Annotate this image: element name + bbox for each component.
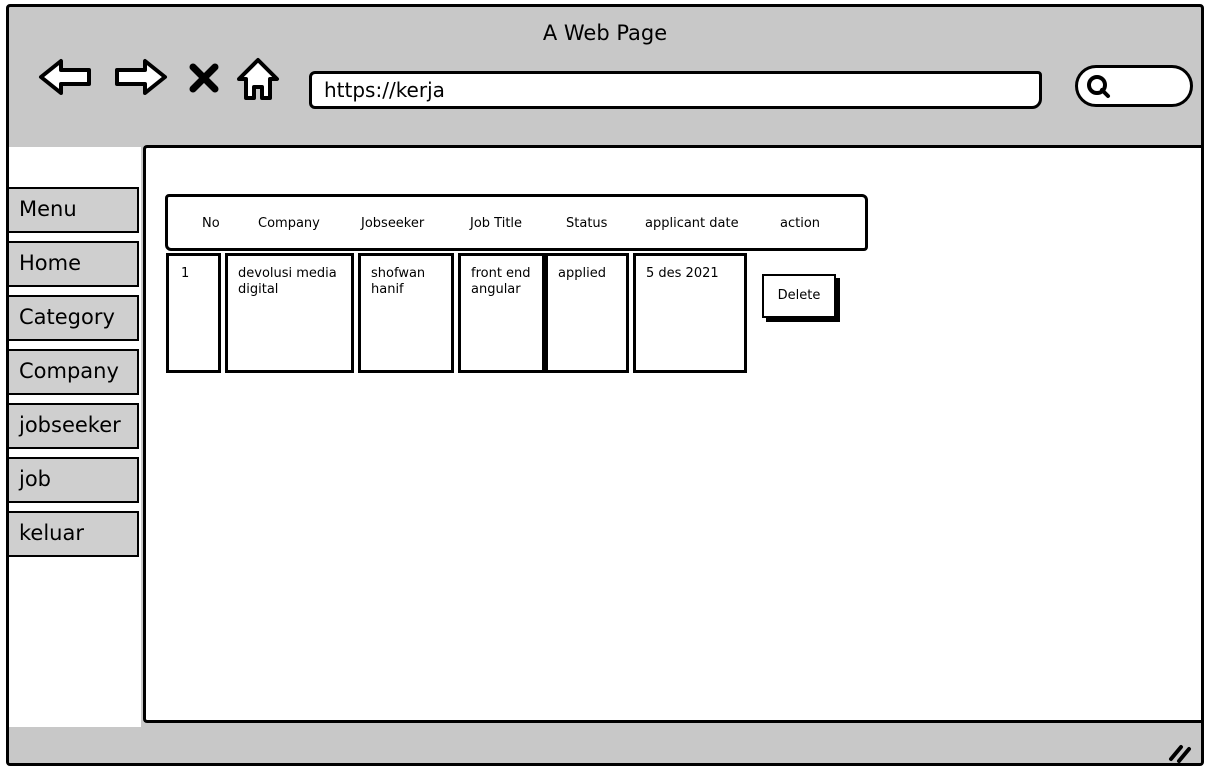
browser-window: A Web Page https://kerja Menu Home Categ… — [6, 4, 1204, 766]
search-icon — [1087, 75, 1110, 98]
column-header-action: action — [780, 216, 821, 231]
cell-jobseeker: shofwan hanif — [358, 253, 454, 373]
cell-job-title: front end angular — [458, 253, 545, 373]
search-input[interactable] — [1075, 65, 1193, 107]
column-header-jobseeker: Jobseeker — [361, 216, 425, 231]
sidebar-item-company[interactable]: Company — [9, 349, 139, 395]
sidebar-item-category[interactable]: Category — [9, 295, 139, 341]
resize-grip-icon[interactable] — [1167, 741, 1193, 763]
column-header-applicant-date: applicant date — [645, 216, 739, 231]
url-input[interactable]: https://kerja — [309, 71, 1042, 109]
sidebar-item-keluar[interactable]: keluar — [9, 511, 139, 557]
status-bar — [9, 727, 1201, 763]
delete-button[interactable]: Delete — [762, 274, 836, 318]
back-arrow-icon[interactable] — [35, 55, 95, 99]
cell-company: devolusi media digital — [225, 253, 354, 373]
window-title: A Web Page — [542, 21, 668, 45]
column-header-status: Status — [566, 216, 608, 231]
home-icon[interactable] — [235, 55, 281, 103]
column-header-company: Company — [258, 216, 320, 231]
sidebar: Menu Home Category Company jobseeker job… — [9, 147, 141, 727]
sidebar-item-home[interactable]: Home — [9, 241, 139, 287]
cell-no: 1 — [166, 253, 221, 373]
sidebar-item-jobseeker[interactable]: jobseeker — [9, 403, 139, 449]
forward-arrow-icon[interactable] — [111, 55, 171, 99]
column-header-no: No — [202, 216, 220, 231]
cell-status: applied — [545, 253, 629, 373]
column-header-job-title: Job Title — [470, 216, 523, 231]
sidebar-item-menu[interactable]: Menu — [9, 187, 139, 233]
sidebar-item-job[interactable]: job — [9, 457, 139, 503]
cell-applicant-date: 5 des 2021 — [633, 253, 747, 373]
stop-x-icon[interactable] — [187, 61, 221, 95]
